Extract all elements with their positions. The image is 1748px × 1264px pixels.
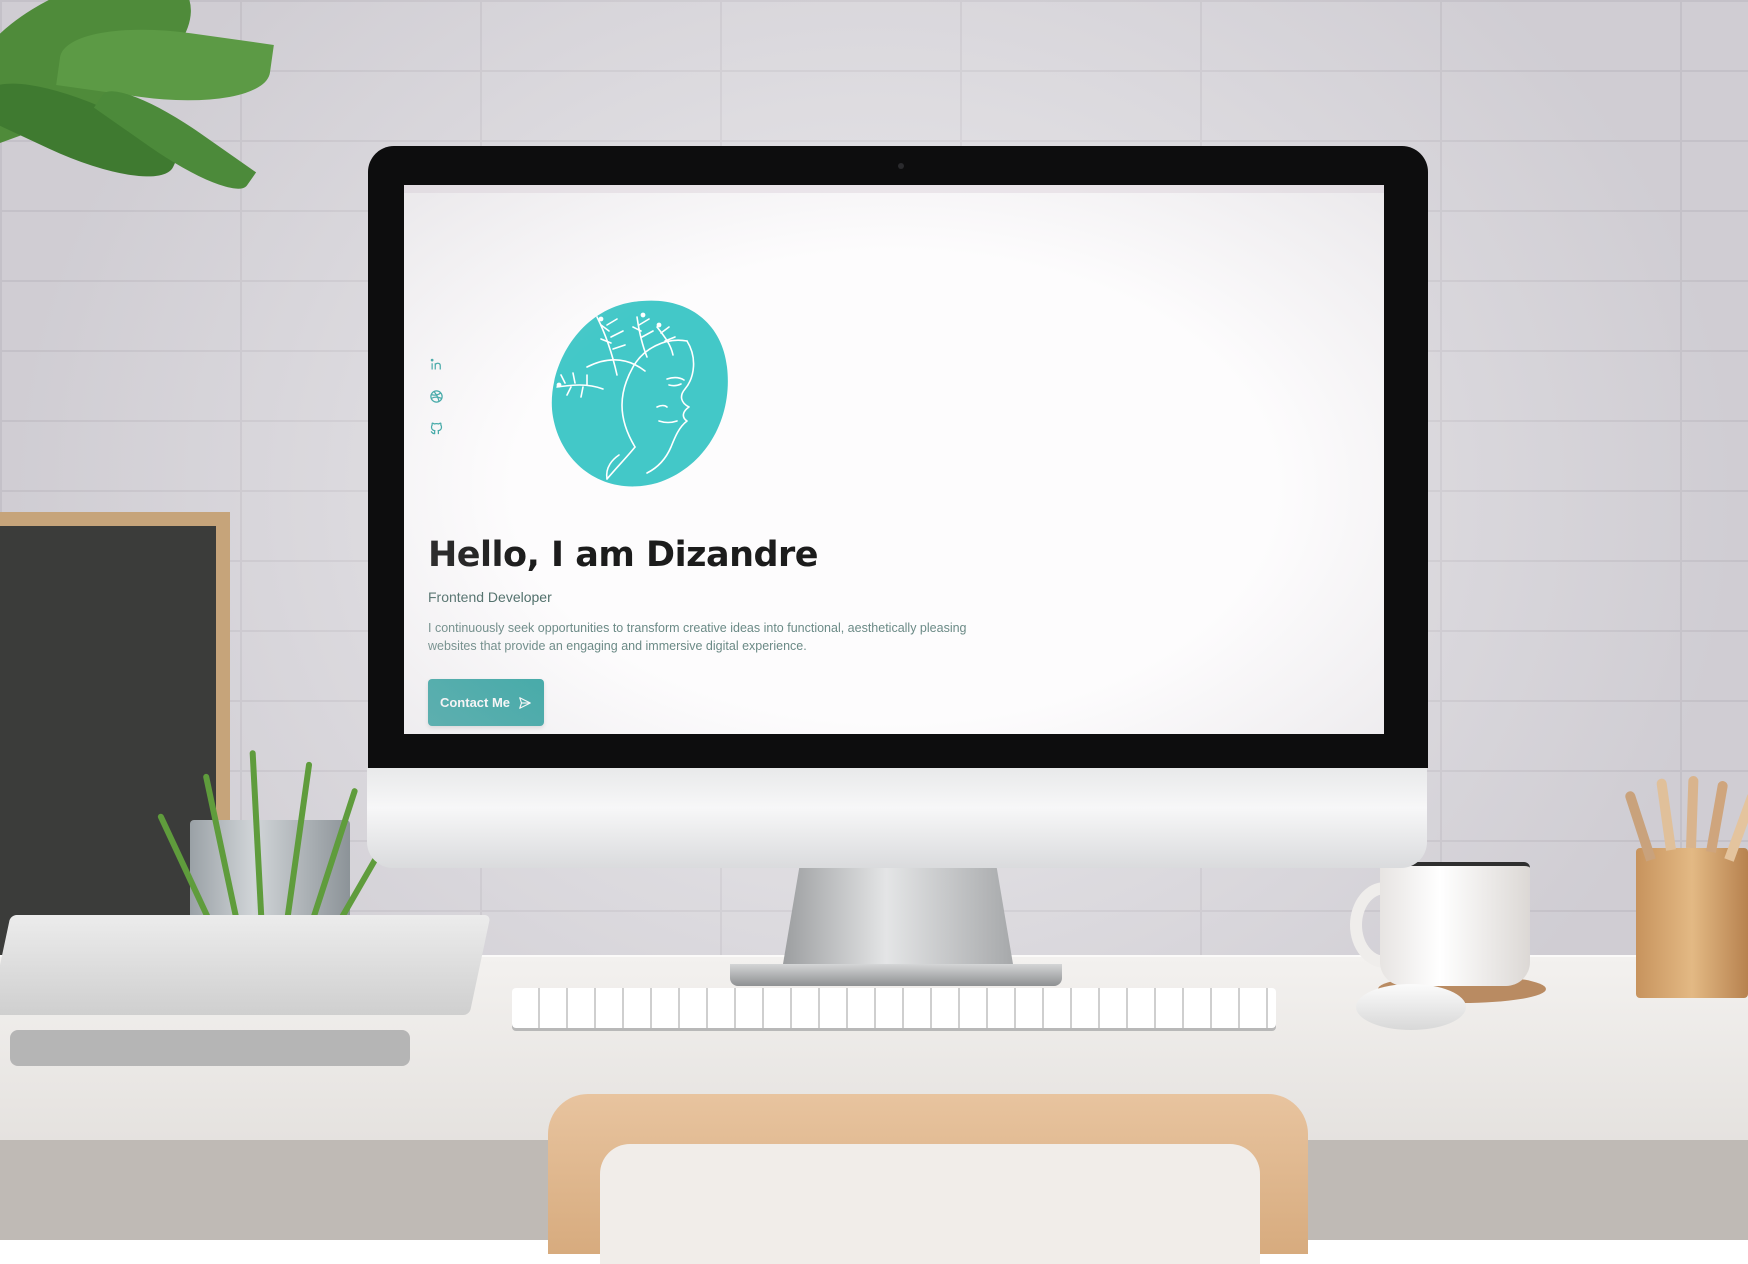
coffee-mug bbox=[1380, 862, 1530, 986]
open-magazine bbox=[0, 915, 491, 1015]
dribbble-icon bbox=[429, 389, 443, 403]
monitor-stand-base bbox=[730, 964, 1062, 986]
linkedin-link[interactable] bbox=[428, 356, 444, 372]
keyboard bbox=[512, 988, 1276, 1028]
dribbble-link[interactable] bbox=[428, 388, 444, 404]
hero-title: Hello, I am Dizandre bbox=[428, 535, 819, 575]
monitor-chin bbox=[367, 768, 1427, 868]
send-icon bbox=[519, 696, 531, 709]
contact-me-button[interactable]: Contact Me bbox=[428, 679, 544, 726]
contact-button-label: Contact Me bbox=[439, 695, 511, 710]
social-links bbox=[428, 356, 444, 436]
computer-mouse bbox=[1356, 984, 1466, 1030]
line-art-face-with-leaves-illustration bbox=[551, 300, 728, 487]
page-top-edge bbox=[404, 185, 1384, 193]
pencil-holder bbox=[1623, 775, 1748, 998]
hero-subtitle: Frontend Developer bbox=[428, 589, 552, 605]
github-link[interactable] bbox=[428, 420, 444, 436]
portfolio-web-page: Hello, I am Dizandre Frontend Developer … bbox=[404, 185, 1384, 734]
tablet-device bbox=[10, 1030, 410, 1066]
chair-cutout bbox=[600, 1144, 1260, 1264]
github-icon bbox=[430, 422, 442, 434]
monitor-stand bbox=[782, 860, 1014, 970]
webcam-dot bbox=[898, 163, 904, 169]
hero-description: I continuously seek opportunities to tra… bbox=[428, 621, 967, 653]
linkedin-icon bbox=[430, 358, 441, 369]
